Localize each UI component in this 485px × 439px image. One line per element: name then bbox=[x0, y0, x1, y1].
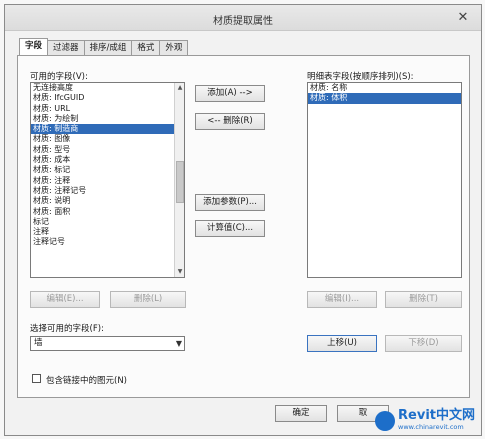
select-from-label: 选择可用的字段(F): bbox=[30, 324, 104, 334]
add-field-button[interactable]: 添加(A) --> bbox=[195, 85, 265, 102]
edit-scheduled-button[interactable]: 编辑(I)... bbox=[307, 291, 377, 308]
tab-filter[interactable]: 过滤器 bbox=[47, 40, 85, 56]
list-item[interactable]: 材质: 型号 bbox=[31, 145, 184, 155]
list-item[interactable]: 标记 bbox=[31, 217, 184, 227]
list-item[interactable]: 材质: 注释记号 bbox=[31, 186, 184, 196]
watermark-brand: Revit中文网 bbox=[398, 408, 475, 423]
list-item[interactable]: 材质: 说明 bbox=[31, 196, 184, 206]
fields-panel: 可用的字段(V): 无连接高度 材质: IfcGUID 材质: URL 材质: 为绘制… bbox=[17, 55, 470, 398]
scheduled-fields-list[interactable]: 材质: 名称 材质: 体积 bbox=[307, 82, 462, 278]
edit-available-button[interactable]: 编辑(E)... bbox=[30, 291, 100, 308]
list-item[interactable]: 注释 bbox=[31, 227, 184, 237]
revit-logo-icon bbox=[375, 411, 396, 431]
move-down-button[interactable]: 下移(D) bbox=[385, 335, 462, 352]
dialog-title: 材质提取属性 bbox=[213, 16, 273, 27]
list-item[interactable]: 材质: 成本 bbox=[31, 155, 184, 165]
ok-button[interactable]: 确定 bbox=[275, 405, 327, 422]
list-item[interactable]: 材质: 体积 bbox=[308, 93, 461, 104]
tab-sorting[interactable]: 排序/成组 bbox=[83, 40, 133, 56]
list-item[interactable]: 材质: IfcGUID bbox=[31, 93, 184, 103]
list-item[interactable]: 材质: 图像 bbox=[31, 134, 184, 144]
remove-field-button[interactable]: <-- 删除(R) bbox=[195, 113, 265, 130]
move-up-button[interactable]: 上移(U) bbox=[307, 335, 377, 352]
list-item[interactable]: 材质: 制造商 bbox=[31, 124, 184, 135]
title-bar: 材质提取属性 ✕ bbox=[5, 5, 481, 31]
tab-fields[interactable]: 字段 bbox=[19, 38, 49, 56]
watermark-url: www.chinarevit.com bbox=[398, 423, 464, 431]
delete-scheduled-button[interactable]: 删除(T) bbox=[385, 291, 462, 308]
chevron-down-icon: ▼ bbox=[175, 339, 182, 348]
available-fields-scrollbar[interactable]: ▲ ▼ bbox=[174, 83, 184, 277]
include-linked-checkbox[interactable] bbox=[32, 374, 41, 383]
close-icon: ✕ bbox=[457, 10, 469, 25]
list-item[interactable]: 材质: 名称 bbox=[308, 83, 461, 93]
add-parameter-button[interactable]: 添加参数(P)... bbox=[195, 194, 265, 211]
select-from-dropdown[interactable]: 墙 ▼ bbox=[30, 336, 185, 351]
scroll-up-icon[interactable]: ▲ bbox=[175, 83, 184, 93]
scheduled-fields-label: 明细表字段(按顺序排列)(S): bbox=[307, 72, 414, 82]
scroll-thumb[interactable] bbox=[176, 161, 184, 203]
calculated-value-button[interactable]: 计算值(C)... bbox=[195, 220, 265, 237]
schedule-properties-dialog: 材质提取属性 ✕ 字段 过滤器 排序/成组 格式 外观 可用的字段(V): 无连… bbox=[4, 4, 482, 436]
list-item[interactable]: 注释记号 bbox=[31, 237, 184, 247]
tab-strip: 字段 过滤器 排序/成组 格式 外观 bbox=[19, 38, 189, 56]
include-linked-label: 包含链接中的图元(N) bbox=[46, 376, 127, 386]
list-item[interactable]: 材质: 为绘制 bbox=[31, 114, 184, 124]
select-from-value: 墙 bbox=[34, 338, 43, 348]
available-fields-list[interactable]: 无连接高度 材质: IfcGUID 材质: URL 材质: 为绘制 材质: 制造商 材质:… bbox=[30, 82, 185, 278]
list-item[interactable]: 材质: 面积 bbox=[31, 207, 184, 217]
site-watermark: Revit中文网 www.chinarevit.com bbox=[375, 409, 475, 431]
list-item[interactable]: 材质: URL bbox=[31, 104, 184, 114]
tab-formatting[interactable]: 格式 bbox=[131, 40, 161, 56]
close-button[interactable]: ✕ bbox=[453, 10, 473, 26]
delete-available-button[interactable]: 删除(L) bbox=[110, 291, 186, 308]
scroll-down-icon[interactable]: ▼ bbox=[175, 267, 184, 277]
tab-appearance[interactable]: 外观 bbox=[159, 40, 189, 56]
available-fields-label: 可用的字段(V): bbox=[30, 72, 88, 82]
list-item[interactable]: 材质: 标记 bbox=[31, 165, 184, 175]
list-item[interactable]: 无连接高度 bbox=[31, 83, 184, 93]
list-item[interactable]: 材质: 注释 bbox=[31, 176, 184, 186]
